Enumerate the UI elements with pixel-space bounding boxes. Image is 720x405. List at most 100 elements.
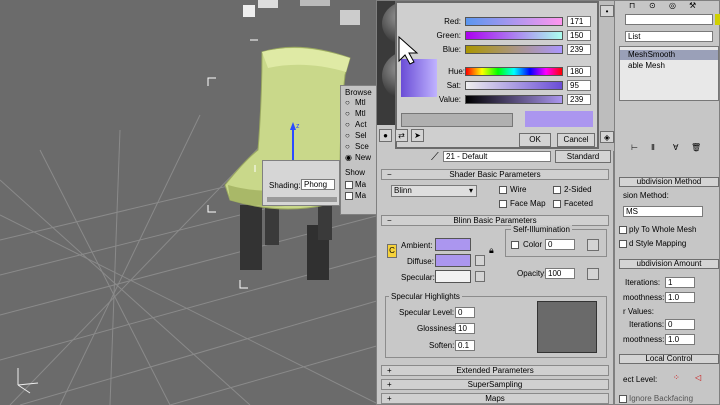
ambient-swatch[interactable] bbox=[435, 238, 471, 251]
options-icon[interactable]: ◈ bbox=[600, 131, 614, 143]
self-illum-color-checkbox[interactable] bbox=[511, 241, 519, 249]
maps-title: Maps bbox=[485, 394, 505, 403]
hierarchy-tab-icon[interactable]: ⊙ bbox=[649, 1, 656, 10]
color-channel-slider[interactable] bbox=[465, 31, 563, 40]
specular-highlights-title: Specular Highlights bbox=[389, 292, 462, 301]
cancel-button[interactable]: Cancel bbox=[557, 133, 595, 147]
modifier-list-dropdown[interactable]: List bbox=[625, 31, 713, 42]
shading-field[interactable]: Phong bbox=[301, 179, 335, 190]
opacity-value[interactable]: 100 bbox=[545, 268, 575, 279]
browse-radio[interactable]: ○ bbox=[345, 131, 350, 140]
sample-type-icon[interactable]: • bbox=[600, 5, 614, 17]
old-style-mapping-label: d Style Mapping bbox=[629, 239, 687, 248]
specular-level-field[interactable]: 0 bbox=[455, 307, 475, 318]
browse-option-label: New bbox=[355, 153, 372, 162]
blinn-basic-title: Blinn Basic Parameters bbox=[453, 216, 537, 225]
maps-rollout[interactable]: + Maps bbox=[381, 393, 609, 404]
svg-text:z: z bbox=[296, 123, 300, 130]
glossiness-label: Glossiness: bbox=[417, 324, 459, 333]
color-channel-value[interactable]: 180 bbox=[567, 66, 591, 77]
subdivision-method-rollout[interactable]: ubdivision Method bbox=[619, 177, 719, 187]
apply-whole-mesh-checkbox[interactable] bbox=[619, 226, 627, 234]
assign-material-icon[interactable]: ➤ bbox=[411, 129, 424, 142]
color-scrollbar[interactable] bbox=[401, 113, 513, 127]
faceted-checkbox[interactable] bbox=[553, 200, 561, 208]
put-to-scene-icon[interactable]: ⇄ bbox=[395, 129, 408, 142]
wire-label: Wire bbox=[510, 185, 527, 194]
old-style-mapping-checkbox[interactable] bbox=[619, 240, 627, 248]
render-iterations-label: Iterations: bbox=[629, 320, 665, 329]
browse-radio[interactable]: ○ bbox=[345, 98, 350, 107]
shader-dropdown[interactable]: Blinn bbox=[391, 185, 477, 197]
object-name-field[interactable] bbox=[625, 14, 713, 25]
color-channel-slider[interactable] bbox=[465, 67, 563, 76]
color-channel-value[interactable]: 150 bbox=[567, 30, 591, 41]
self-illum-map-button[interactable] bbox=[587, 239, 599, 251]
lock-icon[interactable]: 🔒︎ bbox=[489, 245, 494, 256]
specular-map-button[interactable] bbox=[475, 271, 485, 282]
shading-progress bbox=[267, 197, 337, 202]
color-channel-label: Hue: bbox=[448, 67, 465, 76]
specular-swatch[interactable] bbox=[435, 270, 471, 283]
render-smoothness-field[interactable]: 1.0 bbox=[665, 334, 695, 345]
render-iterations-field[interactable]: 0 bbox=[665, 319, 695, 330]
show-checkbox[interactable] bbox=[345, 181, 353, 189]
faceted-label: Faceted bbox=[564, 199, 593, 208]
browse-option-label: Mtl bbox=[355, 109, 366, 118]
render-smoothness-label: moothness: bbox=[623, 335, 665, 344]
diffuse-map-button[interactable] bbox=[475, 255, 485, 266]
supersampling-rollout[interactable]: + SuperSampling bbox=[381, 379, 609, 390]
two-sided-checkbox[interactable] bbox=[553, 186, 561, 194]
diffuse-swatch[interactable] bbox=[435, 254, 471, 267]
shader-basic-rollout[interactable]: − Shader Basic Parameters bbox=[381, 169, 609, 180]
color-channel-slider[interactable] bbox=[465, 17, 563, 26]
color-channel-slider[interactable] bbox=[465, 95, 563, 104]
modify-tab-icon[interactable]: ⊓ bbox=[629, 1, 635, 10]
pin-stack-icon[interactable]: ⊢ bbox=[631, 143, 638, 152]
browse-radio[interactable]: ○ bbox=[345, 109, 350, 118]
show-end-result-icon[interactable]: Ⅱ bbox=[651, 143, 655, 152]
utilities-tab-icon[interactable]: ⚒ bbox=[689, 1, 696, 10]
ok-button[interactable]: OK bbox=[519, 133, 551, 147]
wire-checkbox[interactable] bbox=[499, 186, 507, 194]
soften-field[interactable]: 0.1 bbox=[455, 340, 475, 351]
browse-radio[interactable]: ○ bbox=[345, 120, 350, 129]
material-name-field[interactable]: 21 - Default bbox=[443, 151, 551, 162]
self-illum-value[interactable]: 0 bbox=[545, 239, 575, 250]
show-option-label: Ma bbox=[355, 180, 367, 189]
lock-ambient-diffuse-button[interactable]: C bbox=[387, 244, 397, 258]
make-unique-icon[interactable]: ∀ bbox=[673, 143, 678, 152]
browse-radio[interactable]: ○ bbox=[345, 142, 350, 151]
subdivision-method-label: sion Method: bbox=[623, 191, 669, 200]
face-map-checkbox[interactable] bbox=[499, 200, 507, 208]
extended-parameters-rollout[interactable]: + Extended Parameters bbox=[381, 365, 609, 376]
vertex-level-icon[interactable]: ⁘ bbox=[673, 373, 680, 382]
blinn-basic-rollout[interactable]: − Blinn Basic Parameters bbox=[381, 215, 609, 226]
subdivision-method-dropdown[interactable]: MS bbox=[623, 206, 703, 217]
local-control-rollout[interactable]: Local Control bbox=[619, 354, 719, 364]
iterations-field[interactable]: 1 bbox=[665, 277, 695, 288]
color-channel-value[interactable]: 239 bbox=[567, 94, 591, 105]
get-material-icon[interactable]: ● bbox=[379, 129, 392, 142]
remove-modifier-icon[interactable]: 🗑︎ bbox=[691, 143, 701, 152]
stack-item-meshsmooth[interactable]: MeshSmooth bbox=[620, 50, 718, 60]
color-channel-value[interactable]: 95 bbox=[567, 80, 591, 91]
material-type-button[interactable]: Standard bbox=[555, 150, 611, 163]
motion-tab-icon[interactable]: ◎ bbox=[669, 1, 676, 10]
show-checkbox[interactable] bbox=[345, 192, 353, 200]
color-channel-value[interactable]: 239 bbox=[567, 44, 591, 55]
smoothness-field[interactable]: 1.0 bbox=[665, 292, 695, 303]
object-color-swatch[interactable] bbox=[715, 14, 720, 25]
stack-item-editable-mesh[interactable]: able Mesh bbox=[620, 61, 718, 71]
color-channel-slider[interactable] bbox=[465, 45, 563, 54]
pick-eyedropper-icon[interactable]: ⟋ bbox=[431, 151, 439, 164]
ignore-backfacing-checkbox[interactable] bbox=[619, 395, 627, 403]
subdivision-amount-rollout[interactable]: ubdivision Amount bbox=[619, 259, 719, 269]
edge-level-icon[interactable]: ◁ bbox=[695, 373, 701, 382]
browse-radio[interactable]: ◉ bbox=[345, 153, 352, 162]
color-channel-value[interactable]: 171 bbox=[567, 16, 591, 27]
opacity-map-button[interactable] bbox=[587, 268, 599, 280]
ignore-backfacing-label: Ignore Backfacing bbox=[629, 394, 694, 403]
glossiness-field[interactable]: 10 bbox=[455, 323, 475, 334]
color-channel-slider[interactable] bbox=[465, 81, 563, 90]
